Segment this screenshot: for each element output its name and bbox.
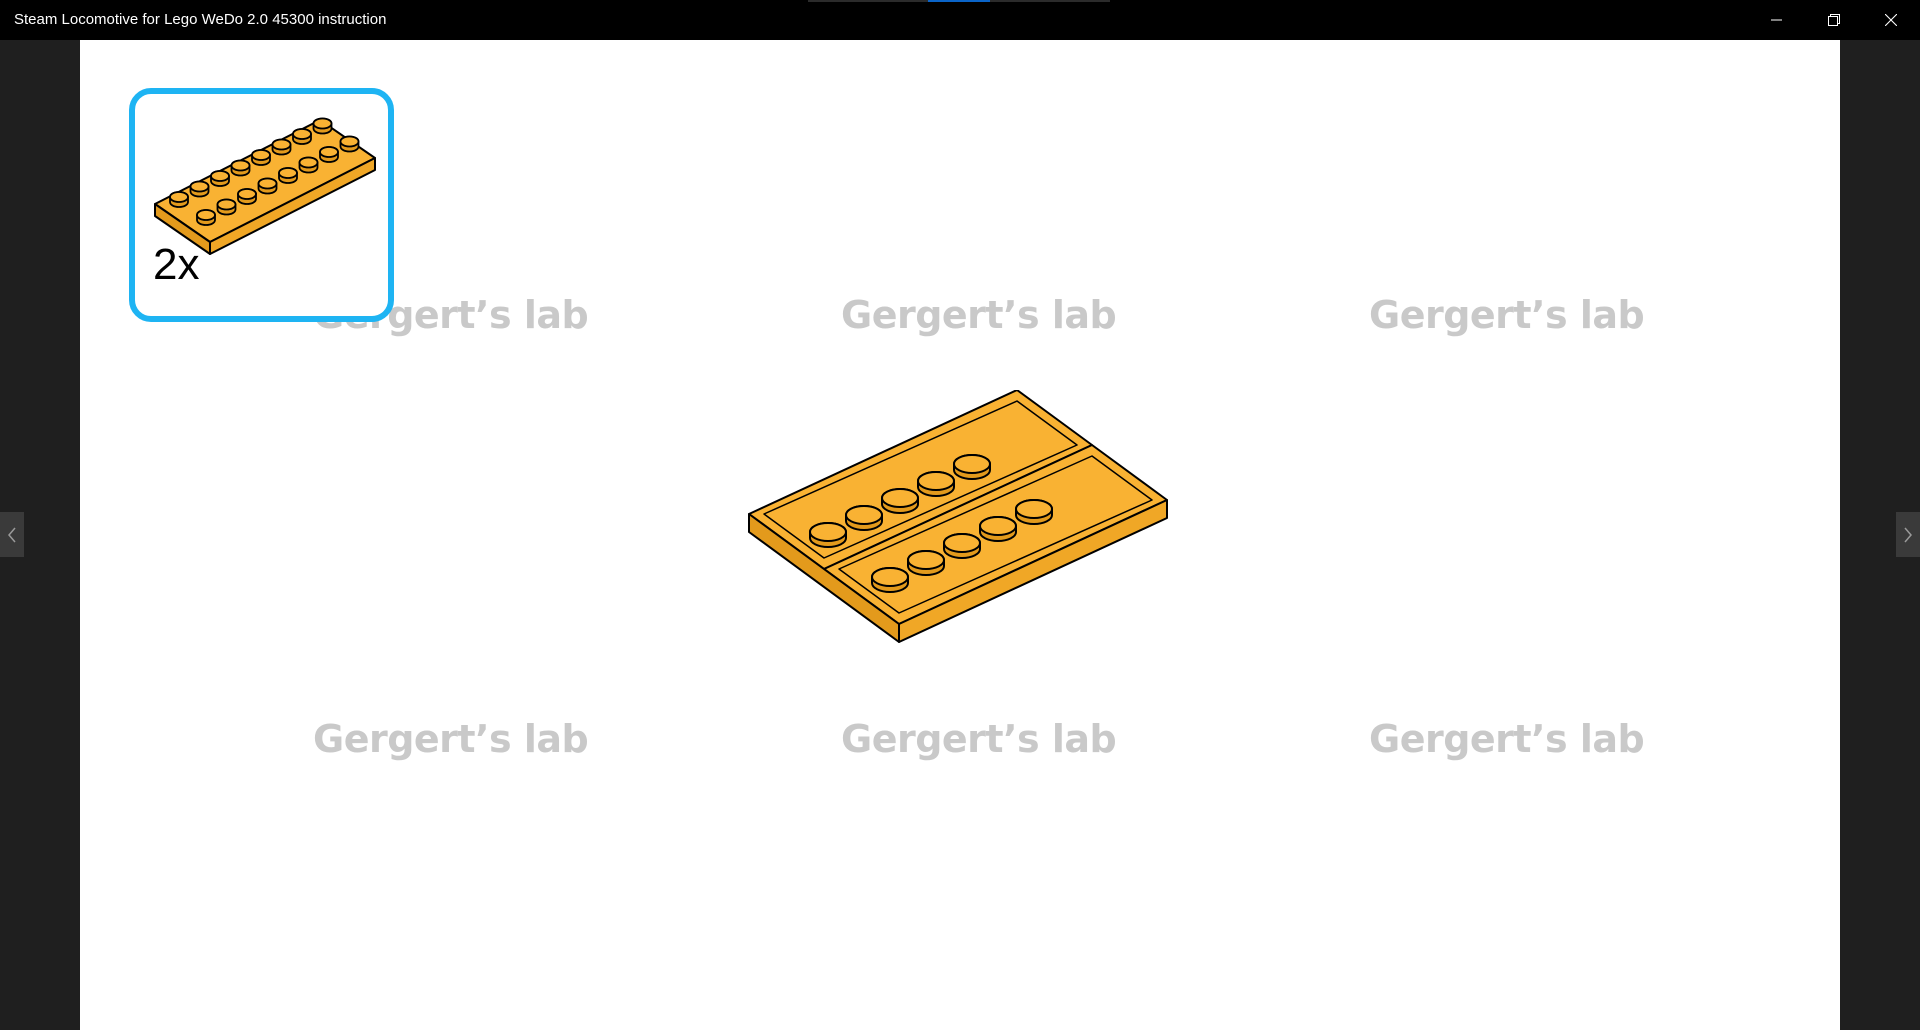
minimize-icon (1771, 19, 1782, 21)
next-page-button[interactable] (1896, 512, 1920, 557)
title-bar: Steam Locomotive for Lego WeDo 2.0 45300… (0, 0, 1920, 40)
close-button[interactable] (1862, 0, 1920, 40)
minimize-button[interactable] (1748, 0, 1806, 40)
model-step-illustration (748, 390, 1168, 643)
close-icon (1885, 14, 1897, 26)
document-viewer[interactable]: Gergert’s lab Gergert’s lab Gergert’s la… (0, 40, 1920, 1030)
watermark: Gergert’s lab (841, 717, 1117, 761)
title-bar-accent-active (928, 0, 990, 2)
watermark: Gergert’s lab (841, 293, 1117, 337)
chevron-right-icon (1904, 527, 1912, 542)
previous-page-button[interactable] (0, 512, 24, 557)
restore-icon (1828, 14, 1840, 26)
window-title: Steam Locomotive for Lego WeDo 2.0 45300… (14, 11, 387, 28)
parts-callout: 2x (129, 88, 394, 322)
restore-button[interactable] (1805, 0, 1863, 40)
part-count-label: 2x (153, 240, 200, 289)
instruction-page: Gergert’s lab Gergert’s lab Gergert’s la… (80, 40, 1840, 1030)
chevron-left-icon (8, 527, 16, 542)
watermark: Gergert’s lab (313, 717, 589, 761)
watermark: Gergert’s lab (1369, 717, 1645, 761)
watermark: Gergert’s lab (1369, 293, 1645, 337)
